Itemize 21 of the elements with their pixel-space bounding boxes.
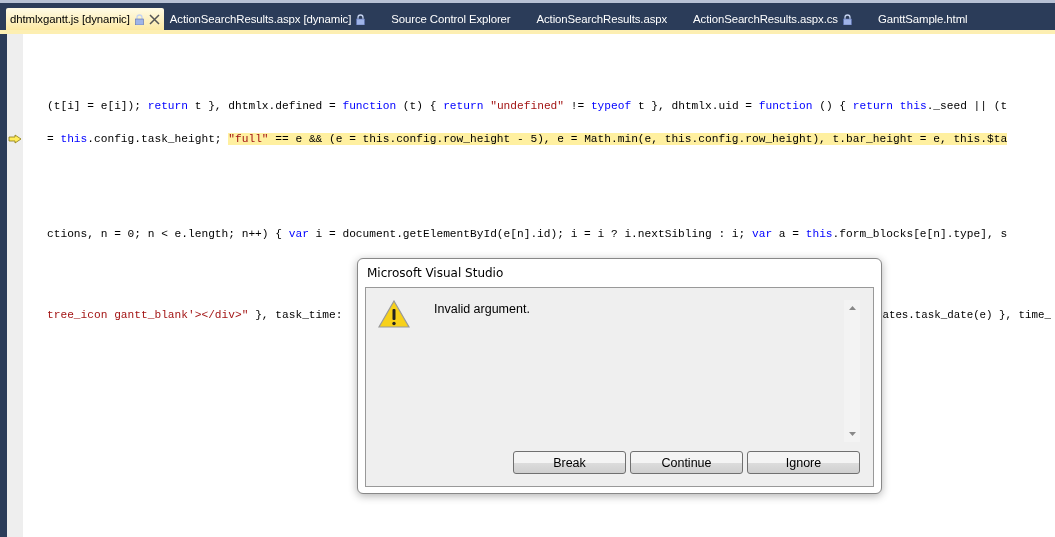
editor-tab[interactable]: Source Control Explorer [387, 8, 521, 30]
code-line: ctions, n = 0; n < e.length; n++) { var i = document.getElementById(e[n].id); i = i ? i.nextSibling : i; var a = this.form_blocks[e[n].type], s [47, 226, 1008, 242]
dialog-message: Invalid argument. [434, 301, 530, 316]
editor-tab[interactable]: dhtmlxgantt.js [dynamic] [6, 8, 164, 30]
dialog-title: Microsoft Visual Studio [366, 265, 504, 282]
scroll-down-icon[interactable] [848, 432, 856, 436]
dialog-button[interactable]: Break [513, 451, 626, 474]
dialog-button[interactable]: Ignore [747, 451, 860, 474]
close-icon[interactable] [148, 13, 160, 25]
editor-tab[interactable]: ActionSearchResults.aspx.cs [689, 8, 862, 30]
scroll-up-icon[interactable] [848, 306, 856, 310]
code-line: (t[i] = e[i]); return t }, dhtmlx.defined = function (t) { return "undefined" != typeof t }, dhtmlx.uid = function () { return this._seed || (t [47, 99, 1008, 114]
scrollbar[interactable] [844, 300, 860, 442]
editor-tab[interactable]: ActionSearchResults.aspx [532, 8, 678, 30]
warning-icon [378, 300, 410, 328]
editor-tab[interactable]: ActionSearchResults.aspx [dynamic] [165, 8, 376, 30]
dialog-button[interactable]: Continue [630, 451, 743, 474]
code-line: ates.task_date(e) }, time_ [882, 308, 1051, 324]
code-line: tree_icon gantt_blank'></div>" }, task_time: [47, 308, 343, 324]
code-line: = this.config.task_height; "full" == e && (e = this.config.row_height - 5), e = Math.min(e, this.config.row_height), t.bar_height = e, this.$ta [47, 131, 1008, 147]
editor-tab[interactable]: GanttSample.html [873, 8, 978, 30]
